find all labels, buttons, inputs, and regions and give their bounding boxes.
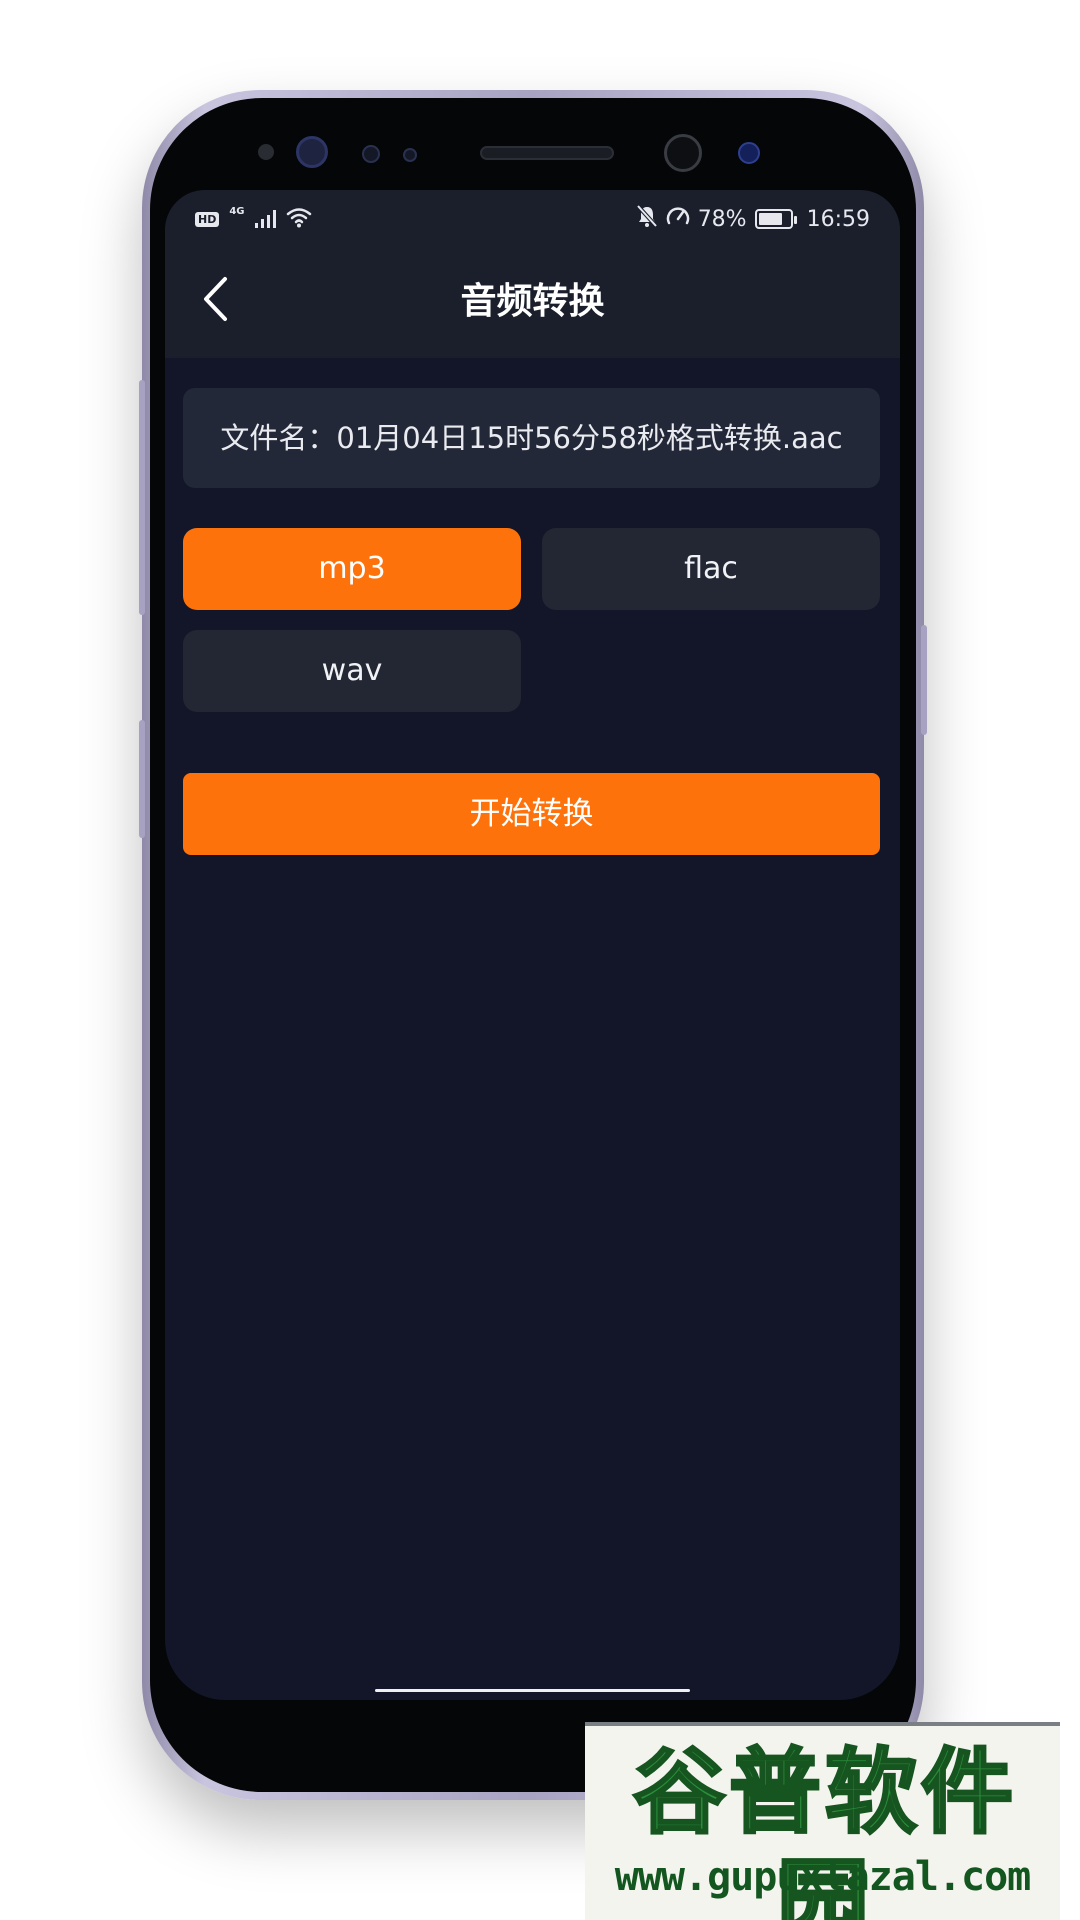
file-name-card: 文件名：01月04日15时56分58秒格式转换.aac — [183, 388, 880, 488]
status-left: HD 4G — [195, 206, 312, 232]
format-option-mp3[interactable]: mp3 — [183, 528, 521, 610]
back-button[interactable] — [185, 266, 245, 336]
screen: HD 4G 78% 16:59 音频转换 文件名：01月04日15时56分58秒… — [165, 190, 900, 1700]
proximity-sensor — [258, 144, 274, 160]
light-sensor-secondary — [403, 148, 417, 162]
battery-percent: 78% — [697, 206, 747, 232]
earpiece-speaker — [480, 146, 614, 160]
battery-level — [758, 213, 782, 225]
battery-icon — [754, 209, 797, 229]
home-indicator — [375, 1689, 690, 1692]
file-name-value: 01月04日15时56分58秒格式转换.aac — [336, 421, 843, 455]
volume-button — [139, 380, 145, 615]
format-option-wav[interactable]: wav — [183, 630, 521, 712]
start-convert-button[interactable]: 开始转换 — [183, 773, 880, 855]
page-title: 音频转换 — [460, 281, 605, 322]
speedometer-icon — [666, 205, 690, 233]
clock: 16:59 — [806, 206, 870, 232]
file-name-label: 文件名： — [220, 421, 337, 455]
format-option-flac[interactable]: flac — [542, 528, 880, 610]
bell-muted-icon — [636, 204, 658, 234]
watermark-url: www.gupuxlazal.com — [614, 1854, 1031, 1900]
light-sensor — [362, 145, 380, 163]
status-bar: HD 4G 78% 16:59 — [165, 190, 900, 246]
iris-camera — [738, 142, 760, 164]
watermark: 谷普软件园 www.gupuxlazal.com — [585, 1722, 1060, 1920]
nav-bar: 音频转换 — [165, 246, 900, 358]
chevron-left-icon — [201, 276, 229, 326]
iris-sensor — [296, 136, 328, 168]
power-button — [921, 625, 927, 735]
hd-badge: HD — [195, 211, 220, 227]
front-camera — [664, 134, 702, 172]
status-right: 78% 16:59 — [636, 204, 870, 234]
wifi-icon — [286, 206, 312, 232]
bixby-button — [139, 720, 145, 838]
signal-icon — [254, 210, 276, 228]
network-type: 4G — [229, 205, 245, 217]
